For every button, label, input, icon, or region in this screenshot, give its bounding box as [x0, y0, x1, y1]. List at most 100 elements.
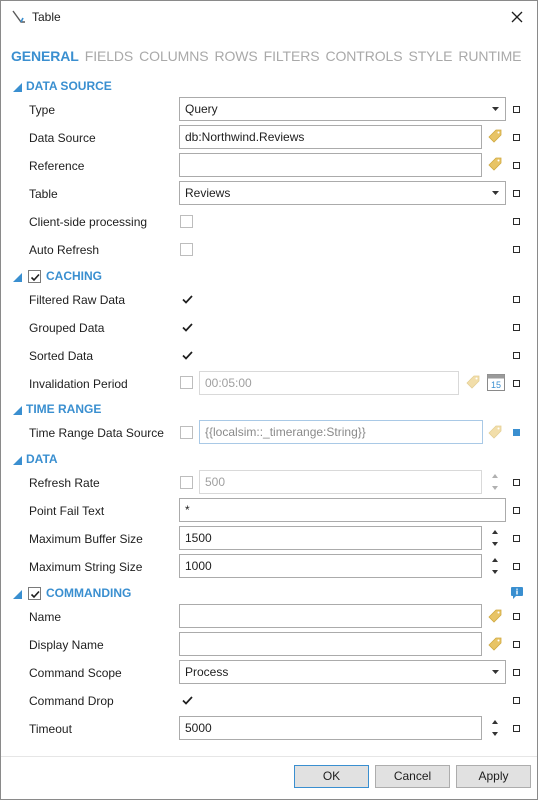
tag-icon[interactable] [488, 609, 502, 623]
point-fail-input[interactable]: * [179, 498, 506, 522]
name-label: Name [29, 610, 62, 624]
type-dropdown[interactable]: Query [179, 97, 506, 121]
time-range-ds-label: Time Range Data Source [29, 426, 164, 440]
auto-refresh-checkbox[interactable] [180, 243, 193, 256]
sorted-checkbox[interactable] [180, 348, 193, 361]
tab-runtime[interactable]: RUNTIME [458, 48, 521, 64]
info-icon[interactable] [510, 586, 524, 600]
data-source-value: db:Northwind.Reviews [185, 130, 305, 144]
section-title: TIME RANGE [26, 402, 102, 416]
refresh-rate-checkbox[interactable] [180, 476, 193, 489]
footer-divider [1, 756, 537, 757]
checkmark-icon [182, 323, 193, 332]
apply-button[interactable]: Apply [456, 765, 531, 788]
binding-square-icon[interactable] [513, 669, 520, 676]
window-title: Table [32, 10, 61, 24]
tab-filters[interactable]: FILTERS [264, 48, 320, 64]
max-string-input[interactable]: 1000 [179, 554, 482, 578]
title-bar: Table [1, 1, 537, 33]
calendar-icon[interactable]: 15 [487, 373, 505, 391]
chevron-down-icon [492, 191, 499, 195]
commanding-enabled-checkbox[interactable] [28, 587, 41, 600]
binding-square-icon[interactable] [513, 563, 520, 570]
binding-square-icon[interactable] [513, 324, 520, 331]
time-range-ds-input[interactable]: {{localsim::_timerange:String}} [199, 420, 483, 444]
tag-icon[interactable] [466, 375, 480, 389]
time-range-ds-value: {{localsim::_timerange:String}} [205, 425, 366, 439]
checkmark-icon [30, 590, 40, 599]
binding-square-icon[interactable] [513, 507, 520, 514]
collapse-triangle-icon[interactable] [13, 590, 22, 599]
data-source-label: Data Source [29, 131, 96, 145]
binding-square-icon[interactable] [513, 613, 520, 620]
binding-square-icon[interactable] [513, 429, 520, 436]
tab-general[interactable]: GENERAL [11, 48, 79, 64]
ok-button[interactable]: OK [294, 765, 369, 788]
binding-square-icon[interactable] [513, 246, 520, 253]
command-drop-checkbox[interactable] [180, 693, 193, 706]
spinner-icon[interactable] [490, 555, 500, 577]
refresh-rate-input[interactable]: 500 [199, 470, 482, 494]
binding-square-icon[interactable] [513, 134, 520, 141]
command-drop-label: Command Drop [29, 694, 114, 708]
tab-columns[interactable]: COLUMNS [139, 48, 208, 64]
tab-fields[interactable]: FIELDS [85, 48, 134, 64]
binding-square-icon[interactable] [513, 535, 520, 542]
binding-square-icon[interactable] [513, 296, 520, 303]
close-icon[interactable] [505, 5, 529, 29]
time-range-ds-checkbox[interactable] [180, 426, 193, 439]
client-side-label: Client-side processing [29, 215, 148, 229]
client-side-checkbox[interactable] [180, 215, 193, 228]
tab-bar: GENERAL FIELDS COLUMNS ROWS FILTERS CONTROLS S… [11, 48, 527, 68]
binding-square-icon[interactable] [513, 106, 520, 113]
max-buffer-value: 1500 [185, 531, 212, 545]
section-title: COMMANDING [46, 586, 132, 600]
checkmark-icon [182, 351, 193, 360]
binding-square-icon[interactable] [513, 725, 520, 732]
tag-icon[interactable] [488, 637, 502, 651]
collapse-triangle-icon[interactable] [13, 83, 22, 92]
name-input[interactable] [179, 604, 482, 628]
grouped-label: Grouped Data [29, 321, 105, 335]
max-buffer-input[interactable]: 1500 [179, 526, 482, 550]
tag-icon[interactable] [488, 157, 502, 171]
tag-icon[interactable] [488, 129, 502, 143]
binding-square-icon[interactable] [513, 641, 520, 648]
data-source-input[interactable]: db:Northwind.Reviews [179, 125, 482, 149]
cancel-button[interactable]: Cancel [375, 765, 450, 788]
display-name-input[interactable] [179, 632, 482, 656]
tag-icon[interactable] [488, 425, 502, 439]
point-fail-label: Point Fail Text [29, 504, 105, 518]
chevron-down-icon [492, 107, 499, 111]
reference-input[interactable] [179, 153, 482, 177]
binding-square-icon[interactable] [513, 352, 520, 359]
tab-rows[interactable]: ROWS [214, 48, 257, 64]
table-label: Table [29, 187, 58, 201]
timeout-input[interactable]: 5000 [179, 716, 482, 740]
filtered-raw-checkbox[interactable] [180, 292, 193, 305]
invalidation-input[interactable]: 00:05:00 [199, 371, 459, 395]
binding-square-icon[interactable] [513, 697, 520, 704]
binding-square-icon[interactable] [513, 162, 520, 169]
collapse-triangle-icon[interactable] [13, 406, 22, 415]
spinner-icon[interactable] [490, 717, 500, 739]
auto-refresh-label: Auto Refresh [29, 243, 100, 257]
binding-square-icon[interactable] [513, 190, 520, 197]
max-buffer-label: Maximum Buffer Size [29, 532, 143, 546]
spinner-icon[interactable] [490, 471, 500, 493]
invalidation-checkbox[interactable] [180, 376, 193, 389]
type-value: Query [185, 102, 218, 116]
binding-square-icon[interactable] [513, 479, 520, 486]
command-scope-value: Process [185, 665, 229, 679]
grouped-checkbox[interactable] [180, 320, 193, 333]
table-dropdown[interactable]: Reviews [179, 181, 506, 205]
spinner-icon[interactable] [490, 527, 500, 549]
tab-controls[interactable]: CONTROLS [325, 48, 402, 64]
binding-square-icon[interactable] [513, 218, 520, 225]
command-scope-dropdown[interactable]: Process [179, 660, 506, 684]
collapse-triangle-icon[interactable] [13, 456, 22, 465]
tab-style[interactable]: STYLE [408, 48, 452, 64]
collapse-triangle-icon[interactable] [13, 273, 22, 282]
binding-square-icon[interactable] [513, 380, 520, 387]
caching-enabled-checkbox[interactable] [28, 270, 41, 283]
